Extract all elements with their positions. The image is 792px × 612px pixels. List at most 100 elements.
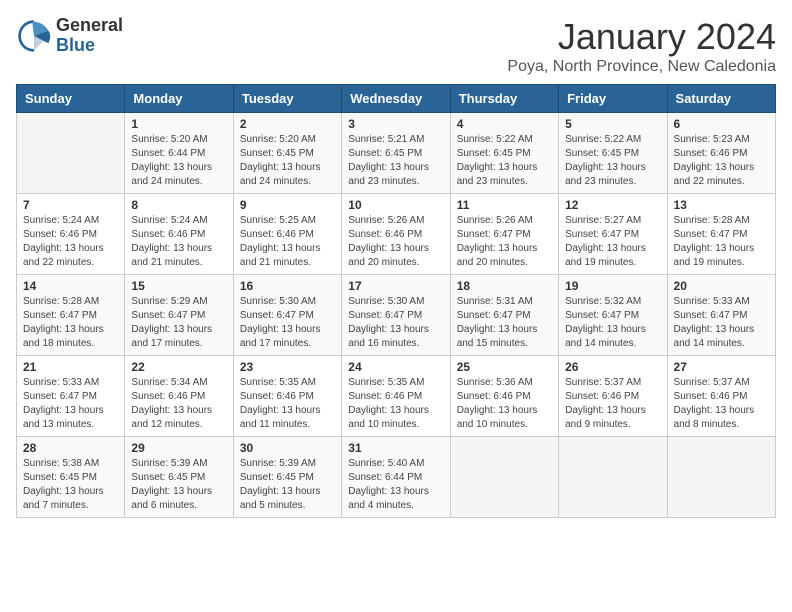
day-number: 10 bbox=[348, 198, 443, 212]
day-info: Sunrise: 5:38 AMSunset: 6:45 PMDaylight:… bbox=[23, 457, 118, 513]
day-number: 9 bbox=[240, 198, 335, 212]
day-number: 12 bbox=[565, 198, 660, 212]
day-info: Sunrise: 5:39 AMSunset: 6:45 PMDaylight:… bbox=[131, 457, 226, 513]
day-number: 23 bbox=[240, 360, 335, 374]
day-info: Sunrise: 5:27 AMSunset: 6:47 PMDaylight:… bbox=[565, 214, 660, 270]
day-number: 25 bbox=[457, 360, 552, 374]
calendar-cell: 28 Sunrise: 5:38 AMSunset: 6:45 PMDaylig… bbox=[17, 437, 125, 518]
header-monday: Monday bbox=[125, 85, 233, 113]
calendar-week-5: 28 Sunrise: 5:38 AMSunset: 6:45 PMDaylig… bbox=[17, 437, 776, 518]
header-tuesday: Tuesday bbox=[233, 85, 341, 113]
location-title: Poya, North Province, New Caledonia bbox=[507, 58, 776, 76]
day-info: Sunrise: 5:33 AMSunset: 6:47 PMDaylight:… bbox=[23, 376, 118, 432]
calendar-cell: 22 Sunrise: 5:34 AMSunset: 6:46 PMDaylig… bbox=[125, 356, 233, 437]
calendar-cell: 11 Sunrise: 5:26 AMSunset: 6:47 PMDaylig… bbox=[450, 194, 558, 275]
logo-blue-text: Blue bbox=[56, 36, 123, 56]
calendar-cell: 8 Sunrise: 5:24 AMSunset: 6:46 PMDayligh… bbox=[125, 194, 233, 275]
calendar-cell: 7 Sunrise: 5:24 AMSunset: 6:46 PMDayligh… bbox=[17, 194, 125, 275]
day-number: 24 bbox=[348, 360, 443, 374]
calendar-cell: 18 Sunrise: 5:31 AMSunset: 6:47 PMDaylig… bbox=[450, 275, 558, 356]
month-title: January 2024 bbox=[507, 16, 776, 58]
logo-text: General Blue bbox=[56, 16, 123, 56]
calendar-cell: 31 Sunrise: 5:40 AMSunset: 6:44 PMDaylig… bbox=[342, 437, 450, 518]
calendar-cell: 15 Sunrise: 5:29 AMSunset: 6:47 PMDaylig… bbox=[125, 275, 233, 356]
day-number: 2 bbox=[240, 117, 335, 131]
calendar-cell: 5 Sunrise: 5:22 AMSunset: 6:45 PMDayligh… bbox=[559, 113, 667, 194]
day-number: 1 bbox=[131, 117, 226, 131]
day-info: Sunrise: 5:31 AMSunset: 6:47 PMDaylight:… bbox=[457, 295, 552, 351]
day-info: Sunrise: 5:33 AMSunset: 6:47 PMDaylight:… bbox=[674, 295, 769, 351]
calendar-cell: 17 Sunrise: 5:30 AMSunset: 6:47 PMDaylig… bbox=[342, 275, 450, 356]
calendar-cell: 12 Sunrise: 5:27 AMSunset: 6:47 PMDaylig… bbox=[559, 194, 667, 275]
calendar-week-3: 14 Sunrise: 5:28 AMSunset: 6:47 PMDaylig… bbox=[17, 275, 776, 356]
day-info: Sunrise: 5:30 AMSunset: 6:47 PMDaylight:… bbox=[240, 295, 335, 351]
calendar-week-4: 21 Sunrise: 5:33 AMSunset: 6:47 PMDaylig… bbox=[17, 356, 776, 437]
logo-general-text: General bbox=[56, 16, 123, 36]
calendar-cell: 3 Sunrise: 5:21 AMSunset: 6:45 PMDayligh… bbox=[342, 113, 450, 194]
calendar-cell: 21 Sunrise: 5:33 AMSunset: 6:47 PMDaylig… bbox=[17, 356, 125, 437]
calendar-week-1: 1 Sunrise: 5:20 AMSunset: 6:44 PMDayligh… bbox=[17, 113, 776, 194]
calendar-cell: 27 Sunrise: 5:37 AMSunset: 6:46 PMDaylig… bbox=[667, 356, 775, 437]
day-info: Sunrise: 5:37 AMSunset: 6:46 PMDaylight:… bbox=[565, 376, 660, 432]
day-info: Sunrise: 5:34 AMSunset: 6:46 PMDaylight:… bbox=[131, 376, 226, 432]
calendar-table: SundayMondayTuesdayWednesdayThursdayFrid… bbox=[16, 84, 776, 518]
day-number: 20 bbox=[674, 279, 769, 293]
day-number: 11 bbox=[457, 198, 552, 212]
calendar-cell bbox=[667, 437, 775, 518]
header-sunday: Sunday bbox=[17, 85, 125, 113]
day-number: 30 bbox=[240, 441, 335, 455]
calendar-cell: 24 Sunrise: 5:35 AMSunset: 6:46 PMDaylig… bbox=[342, 356, 450, 437]
calendar-cell: 10 Sunrise: 5:26 AMSunset: 6:46 PMDaylig… bbox=[342, 194, 450, 275]
day-info: Sunrise: 5:20 AMSunset: 6:44 PMDaylight:… bbox=[131, 133, 226, 189]
calendar-cell bbox=[450, 437, 558, 518]
header-friday: Friday bbox=[559, 85, 667, 113]
day-number: 14 bbox=[23, 279, 118, 293]
day-info: Sunrise: 5:20 AMSunset: 6:45 PMDaylight:… bbox=[240, 133, 335, 189]
day-info: Sunrise: 5:25 AMSunset: 6:46 PMDaylight:… bbox=[240, 214, 335, 270]
day-number: 27 bbox=[674, 360, 769, 374]
title-area: January 2024 Poya, North Province, New C… bbox=[507, 16, 776, 76]
logo: General Blue bbox=[16, 16, 123, 56]
day-info: Sunrise: 5:22 AMSunset: 6:45 PMDaylight:… bbox=[565, 133, 660, 189]
header-saturday: Saturday bbox=[667, 85, 775, 113]
calendar-cell: 16 Sunrise: 5:30 AMSunset: 6:47 PMDaylig… bbox=[233, 275, 341, 356]
day-info: Sunrise: 5:40 AMSunset: 6:44 PMDaylight:… bbox=[348, 457, 443, 513]
day-info: Sunrise: 5:26 AMSunset: 6:46 PMDaylight:… bbox=[348, 214, 443, 270]
calendar-cell: 2 Sunrise: 5:20 AMSunset: 6:45 PMDayligh… bbox=[233, 113, 341, 194]
day-number: 15 bbox=[131, 279, 226, 293]
day-info: Sunrise: 5:29 AMSunset: 6:47 PMDaylight:… bbox=[131, 295, 226, 351]
day-number: 31 bbox=[348, 441, 443, 455]
day-info: Sunrise: 5:35 AMSunset: 6:46 PMDaylight:… bbox=[240, 376, 335, 432]
calendar-cell: 23 Sunrise: 5:35 AMSunset: 6:46 PMDaylig… bbox=[233, 356, 341, 437]
header-thursday: Thursday bbox=[450, 85, 558, 113]
day-number: 4 bbox=[457, 117, 552, 131]
day-info: Sunrise: 5:22 AMSunset: 6:45 PMDaylight:… bbox=[457, 133, 552, 189]
calendar-cell: 1 Sunrise: 5:20 AMSunset: 6:44 PMDayligh… bbox=[125, 113, 233, 194]
day-info: Sunrise: 5:30 AMSunset: 6:47 PMDaylight:… bbox=[348, 295, 443, 351]
day-number: 8 bbox=[131, 198, 226, 212]
day-number: 6 bbox=[674, 117, 769, 131]
calendar-cell: 4 Sunrise: 5:22 AMSunset: 6:45 PMDayligh… bbox=[450, 113, 558, 194]
day-info: Sunrise: 5:36 AMSunset: 6:46 PMDaylight:… bbox=[457, 376, 552, 432]
day-number: 5 bbox=[565, 117, 660, 131]
day-number: 13 bbox=[674, 198, 769, 212]
day-info: Sunrise: 5:28 AMSunset: 6:47 PMDaylight:… bbox=[23, 295, 118, 351]
calendar-cell: 9 Sunrise: 5:25 AMSunset: 6:46 PMDayligh… bbox=[233, 194, 341, 275]
calendar-cell: 29 Sunrise: 5:39 AMSunset: 6:45 PMDaylig… bbox=[125, 437, 233, 518]
day-number: 26 bbox=[565, 360, 660, 374]
day-number: 28 bbox=[23, 441, 118, 455]
header: General Blue January 2024 Poya, North Pr… bbox=[16, 16, 776, 76]
day-number: 21 bbox=[23, 360, 118, 374]
calendar-cell: 19 Sunrise: 5:32 AMSunset: 6:47 PMDaylig… bbox=[559, 275, 667, 356]
day-number: 16 bbox=[240, 279, 335, 293]
day-number: 17 bbox=[348, 279, 443, 293]
day-info: Sunrise: 5:37 AMSunset: 6:46 PMDaylight:… bbox=[674, 376, 769, 432]
day-info: Sunrise: 5:28 AMSunset: 6:47 PMDaylight:… bbox=[674, 214, 769, 270]
day-info: Sunrise: 5:21 AMSunset: 6:45 PMDaylight:… bbox=[348, 133, 443, 189]
calendar-cell: 6 Sunrise: 5:23 AMSunset: 6:46 PMDayligh… bbox=[667, 113, 775, 194]
calendar-cell: 14 Sunrise: 5:28 AMSunset: 6:47 PMDaylig… bbox=[17, 275, 125, 356]
day-number: 22 bbox=[131, 360, 226, 374]
calendar-week-2: 7 Sunrise: 5:24 AMSunset: 6:46 PMDayligh… bbox=[17, 194, 776, 275]
calendar-cell: 30 Sunrise: 5:39 AMSunset: 6:45 PMDaylig… bbox=[233, 437, 341, 518]
day-info: Sunrise: 5:35 AMSunset: 6:46 PMDaylight:… bbox=[348, 376, 443, 432]
